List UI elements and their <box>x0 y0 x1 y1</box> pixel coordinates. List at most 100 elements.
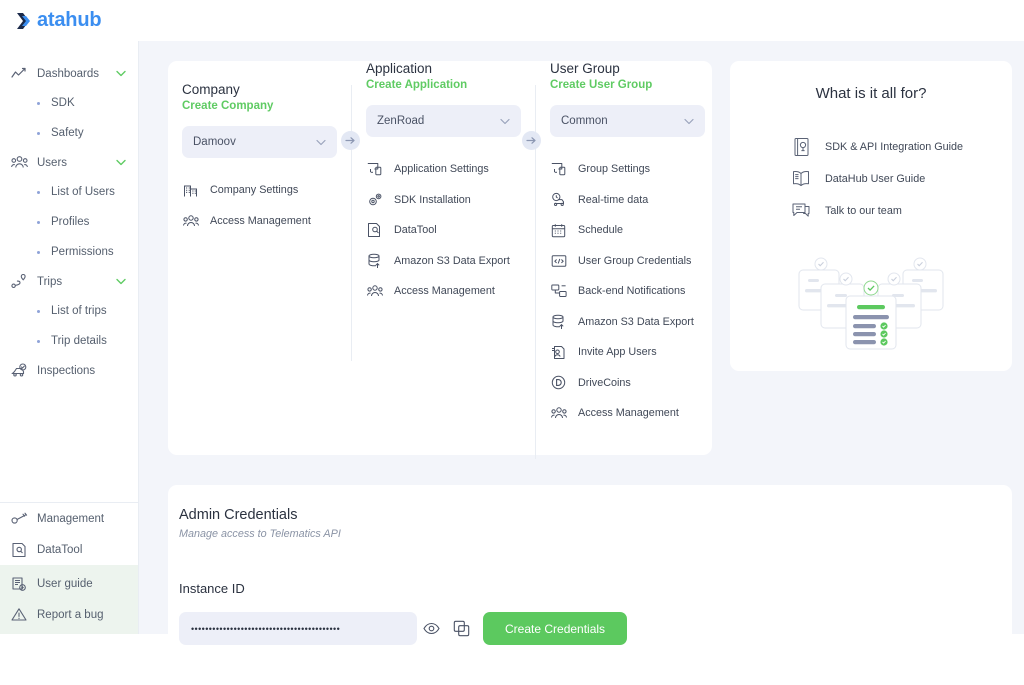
datahub-user-guide-link[interactable]: DataHub User Guide <box>790 163 1012 194</box>
chat-bubbles-icon <box>790 200 812 222</box>
bullet-dot-icon <box>37 191 40 194</box>
create-user-group-link[interactable]: Create User Group <box>550 79 712 91</box>
sidebar-item-safety[interactable]: Safety <box>0 118 138 148</box>
application-settings-item[interactable]: Application Settings <box>366 154 535 185</box>
schedule-item[interactable]: Schedule <box>550 215 712 246</box>
chevron-down-icon <box>684 118 694 125</box>
user-group-item-list: Group Settings Real-time data <box>550 154 712 429</box>
route-pin-icon <box>10 273 28 291</box>
car-realtime-icon <box>550 191 567 208</box>
top-cards-row: Company Create Company Damoov <box>168 61 1012 455</box>
user-group-dropdown-value: Common <box>561 115 608 127</box>
sidebar-item-users[interactable]: Users <box>0 148 138 177</box>
bullet-dot-icon <box>37 340 40 343</box>
app-logo[interactable]: atahub <box>14 9 101 32</box>
sidebar-item-list-of-users[interactable]: List of Users <box>0 177 138 207</box>
item-label: Company Settings <box>210 184 298 196</box>
sidebar-item-label: Permissions <box>51 246 114 258</box>
sidebar-item-label: Profiles <box>51 216 89 228</box>
group-settings-item[interactable]: Group Settings <box>550 154 712 185</box>
item-label: User Group Credentials <box>578 255 691 267</box>
ug-amazon-s3-data-export-item[interactable]: Amazon S3 Data Export <box>550 307 712 338</box>
app-amazon-s3-data-export-item[interactable]: Amazon S3 Data Export <box>366 246 535 277</box>
users-group-icon <box>366 283 383 300</box>
sidebar: Dashboards SDK Safety Users <box>0 41 139 634</box>
key-icon <box>10 510 28 528</box>
create-application-link[interactable]: Create Application <box>366 79 535 91</box>
item-label: Amazon S3 Data Export <box>394 255 510 267</box>
code-card-icon <box>550 252 567 269</box>
sidebar-item-dashboards[interactable]: Dashboards <box>0 59 138 88</box>
chevron-down-icon[interactable] <box>116 159 126 166</box>
bullet-dot-icon <box>37 132 40 135</box>
item-label: Invite App Users <box>578 346 657 358</box>
sidebar-item-permissions[interactable]: Permissions <box>0 237 138 267</box>
help-links-list: SDK & API Integration Guide DataHub User… <box>730 131 1012 226</box>
sidebar-item-datatool[interactable]: DataTool <box>0 534 138 565</box>
logo-text: atahub <box>37 9 101 32</box>
app-access-management-item[interactable]: Access Management <box>366 276 535 307</box>
chevron-down-icon <box>316 139 326 146</box>
open-book-icon <box>790 168 812 190</box>
gears-icon <box>366 191 383 208</box>
sdk-book-icon <box>790 136 812 158</box>
bullet-dot-icon <box>37 102 40 105</box>
sidebar-item-inspections[interactable]: Inspections <box>0 356 138 385</box>
company-settings-item[interactable]: Company Settings <box>182 175 351 206</box>
datatool-item[interactable]: DataTool <box>366 215 535 246</box>
credentials-subtitle: Manage access to Telematics API <box>179 528 1012 540</box>
eye-icon[interactable] <box>423 622 440 635</box>
instance-id-input[interactable]: ••••••••••••••••••••••••••••••••••••••••… <box>179 612 417 645</box>
item-label: Real-time data <box>578 194 648 206</box>
company-dropdown[interactable]: Damoov <box>182 126 337 158</box>
sidebar-help-section: User guide Report a bug <box>0 565 138 634</box>
item-label: Amazon S3 Data Export <box>578 316 694 328</box>
sidebar-item-report-a-bug[interactable]: Report a bug <box>0 599 138 630</box>
sidebar-nav-bottom: Management DataTool User guide <box>0 502 138 634</box>
create-credentials-button[interactable]: Create Credentials <box>483 612 627 645</box>
arrow-connector-company-to-application[interactable] <box>341 131 360 150</box>
create-company-link[interactable]: Create Company <box>182 100 351 112</box>
item-label: Schedule <box>578 224 623 236</box>
application-dropdown[interactable]: ZenRoad <box>366 105 521 137</box>
company-access-management-item[interactable]: Access Management <box>182 206 351 237</box>
invite-app-users-item[interactable]: Invite App Users <box>550 337 712 368</box>
chevron-down-icon[interactable] <box>116 70 126 77</box>
sidebar-item-label: Management <box>37 513 104 525</box>
sidebar-item-trip-details[interactable]: Trip details <box>0 326 138 356</box>
sidebar-item-profiles[interactable]: Profiles <box>0 207 138 237</box>
info-label: Talk to our team <box>825 205 902 217</box>
users-group-icon <box>10 154 28 172</box>
calendar-icon <box>550 222 567 239</box>
sdk-api-integration-guide-link[interactable]: SDK & API Integration Guide <box>790 131 1012 162</box>
real-time-data-item[interactable]: Real-time data <box>550 185 712 216</box>
sdk-installation-item[interactable]: SDK Installation <box>366 185 535 216</box>
instance-id-masked-value: ••••••••••••••••••••••••••••••••••••••••… <box>191 624 408 634</box>
sidebar-item-management[interactable]: Management <box>0 503 138 534</box>
sidebar-item-label: Users <box>37 157 67 169</box>
database-export-icon <box>366 252 383 269</box>
app-header: atahub <box>0 0 1024 41</box>
application-item-list: Application Settings SDK Installation <box>366 154 535 307</box>
arrow-connector-application-to-usergroup[interactable] <box>522 131 541 150</box>
sidebar-item-label: Safety <box>51 127 84 139</box>
users-group-icon <box>550 405 567 422</box>
bullet-dot-icon <box>37 251 40 254</box>
copy-icon[interactable] <box>453 620 470 637</box>
company-dropdown-value: Damoov <box>193 136 236 148</box>
chevron-down-icon[interactable] <box>116 278 126 285</box>
info-label: SDK & API Integration Guide <box>825 141 963 153</box>
back-end-notifications-item[interactable]: Back-end Notifications <box>550 276 712 307</box>
sidebar-item-sdk[interactable]: SDK <box>0 88 138 118</box>
application-column: Application Create Application ZenRoad <box>351 85 535 361</box>
user-group-credentials-item[interactable]: User Group Credentials <box>550 246 712 277</box>
sidebar-item-trips[interactable]: Trips <box>0 267 138 296</box>
warning-triangle-icon <box>10 606 28 624</box>
drivecoins-item[interactable]: DriveCoins <box>550 368 712 399</box>
talk-to-our-team-link[interactable]: Talk to our team <box>790 195 1012 226</box>
user-group-dropdown[interactable]: Common <box>550 105 705 137</box>
sidebar-item-label: User guide <box>37 578 93 590</box>
sidebar-item-list-of-trips[interactable]: List of trips <box>0 296 138 326</box>
sidebar-item-user-guide[interactable]: User guide <box>0 568 138 599</box>
ug-access-management-item[interactable]: Access Management <box>550 398 712 429</box>
